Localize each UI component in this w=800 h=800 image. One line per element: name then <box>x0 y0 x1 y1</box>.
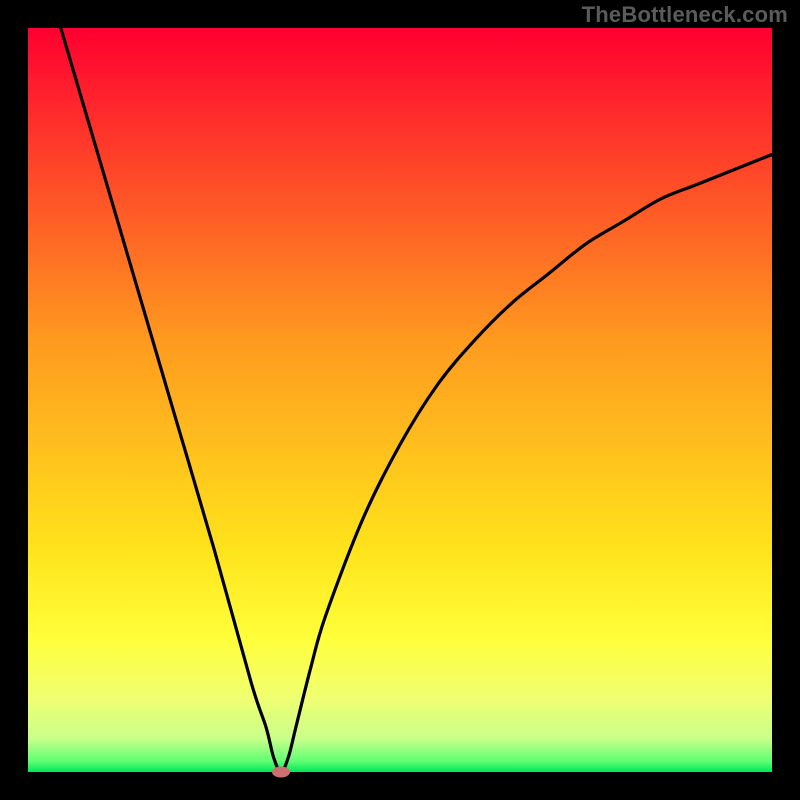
watermark-text: TheBottleneck.com <box>582 2 788 28</box>
chart-frame: TheBottleneck.com <box>0 0 800 800</box>
plot-area <box>28 28 772 772</box>
optimum-marker <box>272 767 290 778</box>
bottleneck-curve <box>28 28 772 772</box>
